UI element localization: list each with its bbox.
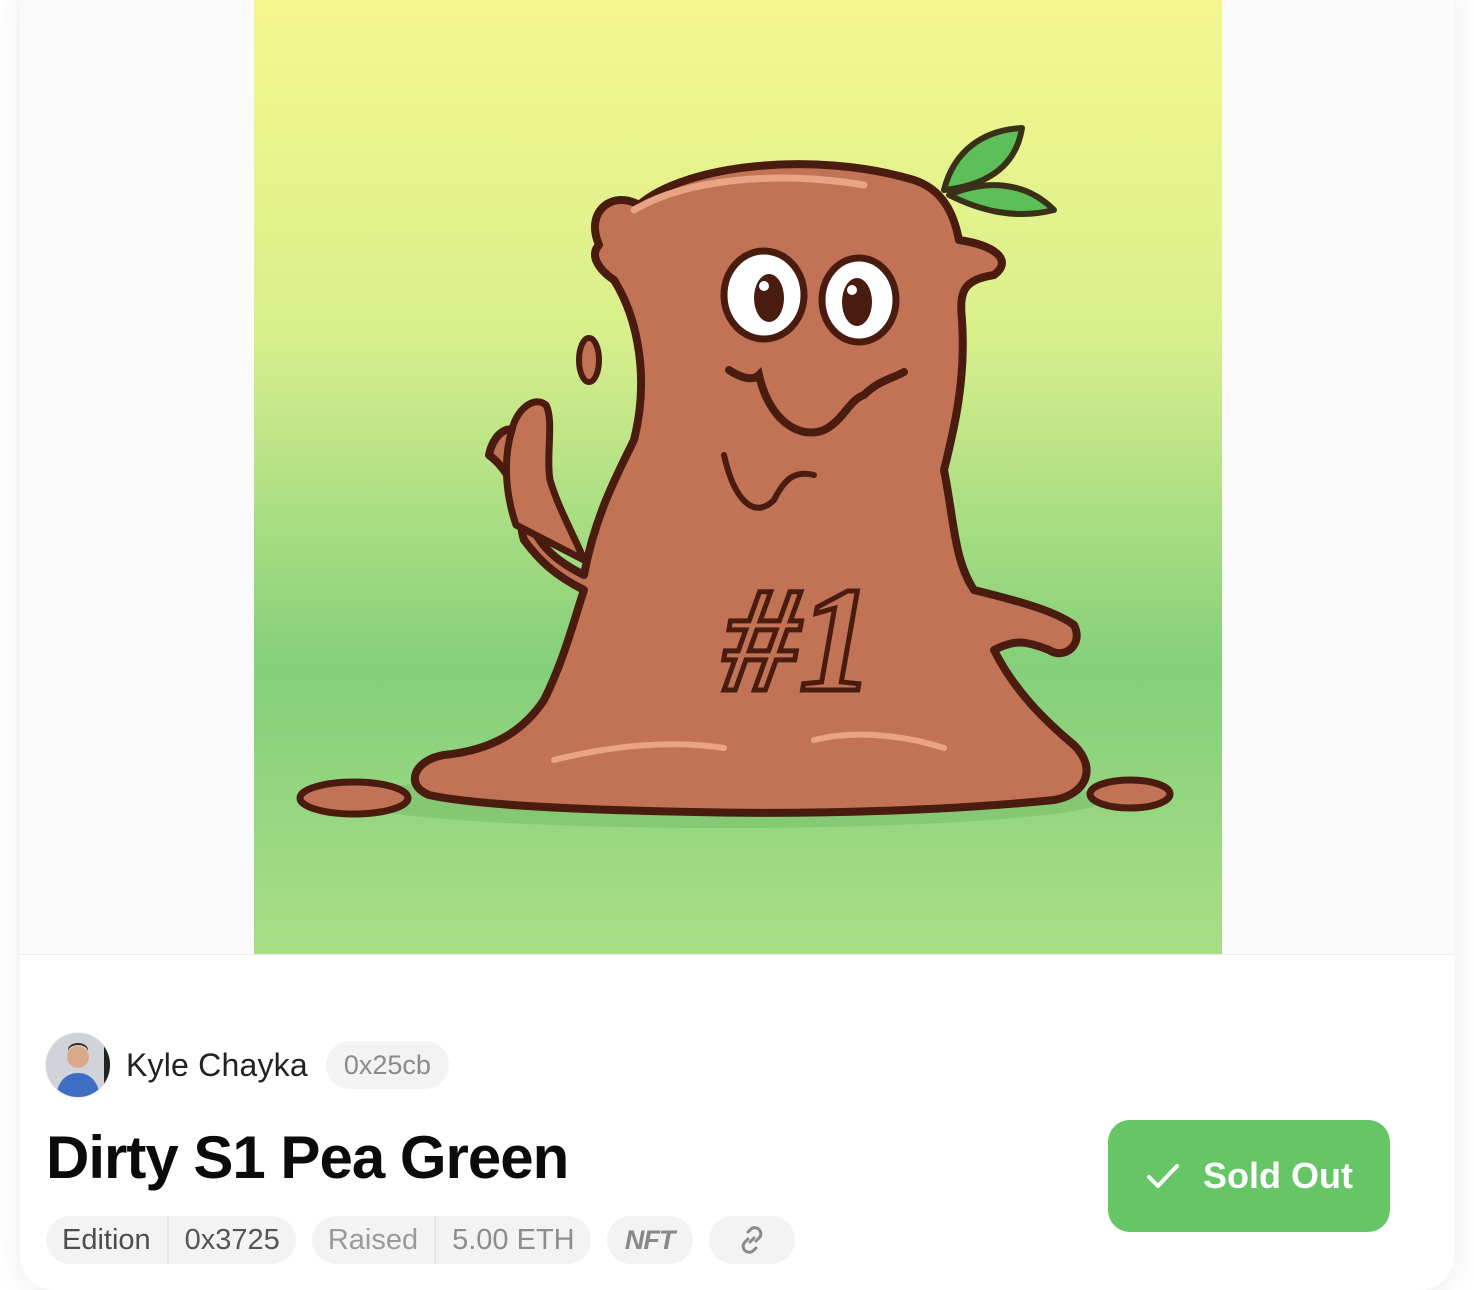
creator-address-chip[interactable]: 0x25cb [325,1041,449,1089]
edition-label: Edition [46,1216,169,1264]
person-avatar-icon [46,1033,110,1097]
creator-row: Kyle Chayka 0x25cb [46,1032,449,1098]
link-icon [741,1226,762,1254]
svg-text:#1: #1 [723,557,874,723]
nft-chip[interactable]: NFT [606,1216,693,1264]
artwork-image: #1 [254,0,1222,954]
edition-value: 0x3725 [184,1223,280,1256]
creator-name[interactable]: Kyle Chayka [126,1047,308,1084]
edition-chip[interactable]: Edition 0x3725 [46,1216,296,1264]
media-panel: #1 [20,0,1454,955]
link-chip[interactable] [708,1216,795,1264]
sold-out-button[interactable]: Sold Out [1108,1120,1390,1232]
raised-chip[interactable]: Raised 5.00 ETH [311,1216,591,1264]
checkmark-icon [1147,1164,1179,1188]
raised-value: 5.00 ETH [452,1223,575,1256]
sold-out-label: Sold Out [1203,1155,1353,1196]
raised-label: Raised [312,1216,437,1264]
nft-artwork[interactable]: #1 [254,0,1222,954]
meta-chips: Edition 0x3725 Raised 5.00 ETH NFT [46,1216,795,1264]
nft-label: NFT [624,1224,675,1255]
avatar[interactable] [46,1033,110,1097]
item-title: Dirty S1 Pea Green [46,1124,569,1191]
